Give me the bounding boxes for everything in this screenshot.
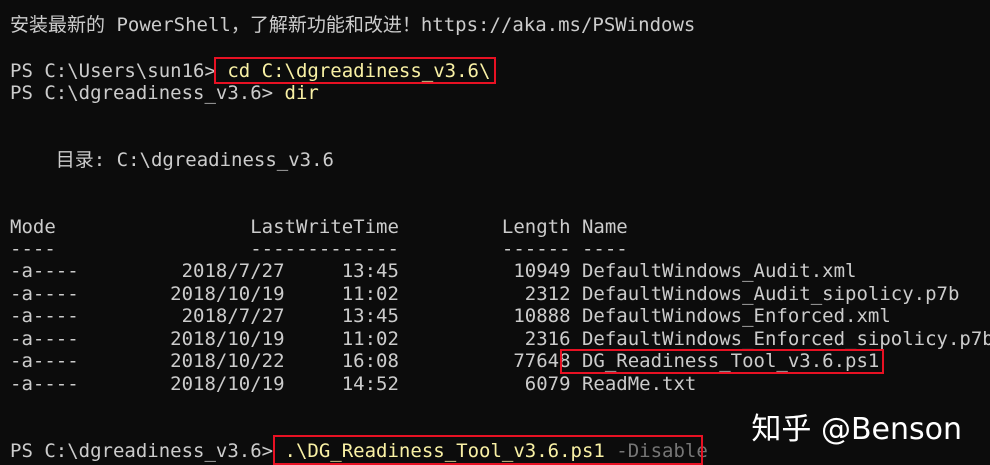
file-row: -a---- 2018/10/19 11:02 2316 DefaultWind… <box>10 328 990 350</box>
table-header-underline: ---- ------------- ------ ---- <box>10 238 628 260</box>
highlight-box-run-command <box>273 435 703 465</box>
highlight-box-ps1-file <box>560 349 884 374</box>
command-text: dir <box>284 82 319 104</box>
file-row: -a---- 2018/10/19 14:52 6079 ReadMe.txt <box>10 373 697 395</box>
file-row: -a---- 2018/10/19 11:02 2312 DefaultWind… <box>10 283 960 305</box>
prompt-line-dir: PS C:\dgreadiness_v3.6> dir <box>10 82 319 104</box>
prompt-text: PS C:\dgreadiness_v3.6> <box>10 82 285 104</box>
watermark: 知乎 @Benson <box>751 412 962 447</box>
highlight-box-cd-command <box>214 57 496 84</box>
table-header: Mode LastWriteTime Length Name <box>10 216 628 238</box>
file-row: -a---- 2018/7/27 13:45 10888 DefaultWind… <box>10 305 891 327</box>
prompt-text: PS C:\Users\sun16> <box>10 60 228 82</box>
welcome-banner: 安装最新的 PowerShell，了解新功能和改进！https://aka.ms… <box>10 14 696 36</box>
directory-header: 目录: C:\dgreadiness_v3.6 <box>10 149 334 171</box>
file-row: -a---- 2018/7/27 13:45 10949 DefaultWind… <box>10 260 857 282</box>
prompt-text: PS C:\dgreadiness_v3.6> <box>10 440 285 462</box>
